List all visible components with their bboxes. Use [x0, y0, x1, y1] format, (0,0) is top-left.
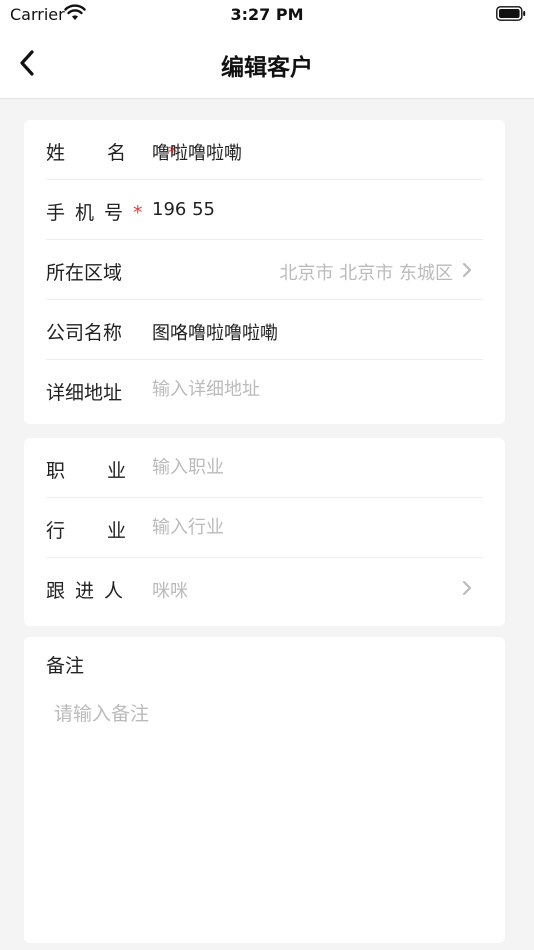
remark-input[interactable]	[54, 699, 484, 919]
company-label: 公司名称	[46, 322, 123, 344]
occupation-label: 职业	[46, 460, 169, 482]
follower-row[interactable]: 跟进人 咪咪	[46, 558, 483, 618]
name-row[interactable]: 姓名* 噜啦噜啦嘞	[46, 120, 483, 180]
industry-row[interactable]: 行业	[46, 498, 483, 558]
phone-required-mark: *	[133, 202, 143, 224]
address-row[interactable]: 详细地址	[46, 360, 483, 420]
status-bar: Carrier 3:27 PM	[0, 0, 534, 28]
work-info-card: 职业 行业 跟进人 咪咪	[24, 438, 505, 626]
address-input[interactable]	[152, 372, 452, 406]
phone-row[interactable]: 手机号* 196 55	[46, 180, 483, 240]
name-field[interactable]: 噜啦噜啦嘞	[152, 139, 242, 165]
follower-value[interactable]: 咪咪	[152, 577, 188, 603]
occupation-input[interactable]	[152, 450, 452, 484]
company-field[interactable]: 图咯噜啦噜啦嘞	[152, 319, 278, 345]
navigation-bar: 编辑客户	[0, 28, 534, 99]
remark-card: 备注	[24, 637, 505, 943]
battery-icon	[496, 6, 526, 21]
name-label: 姓名	[46, 142, 169, 164]
address-label: 详细地址	[46, 382, 123, 404]
basic-info-card: 姓名* 噜啦噜啦嘞 手机号* 196 55 所在区域 北京市 北京市 东城区 公…	[24, 120, 505, 424]
follower-label: 跟进人	[46, 580, 134, 602]
occupation-row[interactable]: 职业	[46, 438, 483, 498]
chevron-right-icon	[462, 580, 472, 596]
region-label: 所在区域	[46, 262, 123, 284]
industry-input[interactable]	[152, 510, 452, 544]
region-row[interactable]: 所在区域 北京市 北京市 东城区	[46, 240, 483, 300]
phone-field[interactable]: 196 55	[152, 199, 215, 220]
status-time: 3:27 PM	[230, 5, 304, 24]
company-row[interactable]: 公司名称 图咯噜啦噜啦嘞	[46, 300, 483, 360]
remark-label: 备注	[46, 655, 85, 677]
chevron-right-icon	[462, 262, 472, 278]
region-value: 北京市 北京市 东城区	[279, 263, 453, 284]
page-title: 编辑客户	[221, 55, 313, 81]
phone-label-wrap: 手机号*	[46, 198, 143, 225]
industry-label: 行业	[46, 520, 169, 542]
phone-label: 手机号	[46, 202, 134, 224]
